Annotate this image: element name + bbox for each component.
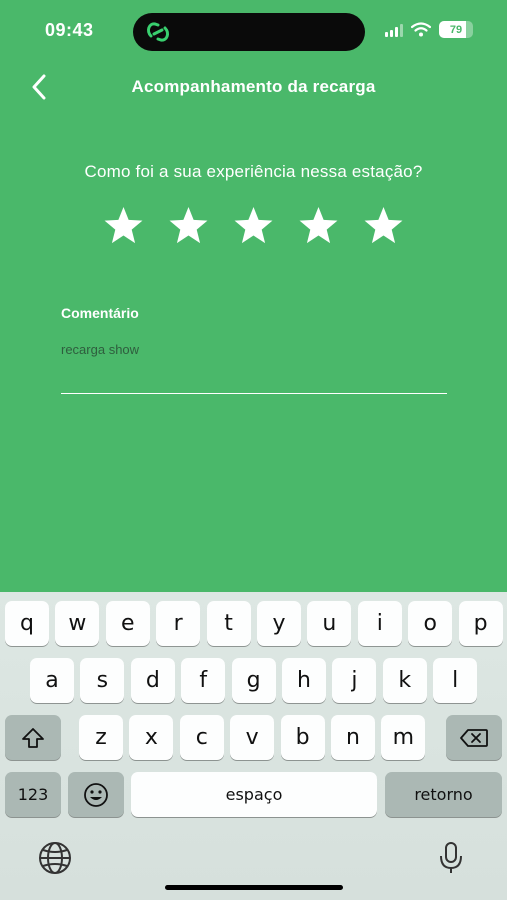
emoji-icon [84, 782, 108, 807]
shift-icon [22, 727, 44, 748]
home-indicator[interactable] [165, 885, 343, 890]
comment-label: Comentário [61, 305, 139, 321]
key-e[interactable]: e [105, 601, 150, 646]
key-o[interactable]: o [408, 601, 453, 646]
rating-question: Como foi a sua experiência nessa estação… [84, 162, 423, 181]
key-k[interactable]: k [382, 658, 427, 703]
dynamic-island [133, 13, 365, 51]
shift-key[interactable] [5, 715, 61, 760]
numbers-key[interactable]: 123 [5, 772, 61, 817]
key-v[interactable]: v [230, 715, 275, 760]
key-z[interactable]: z [79, 715, 123, 760]
star-icon[interactable] [103, 205, 144, 246]
header: Acompanhamento da recarga [0, 62, 507, 112]
key-t[interactable]: t [206, 601, 251, 646]
key-g[interactable]: g [231, 658, 276, 703]
backspace-icon [460, 728, 488, 747]
comment-input[interactable] [61, 340, 447, 394]
key-r[interactable]: r [156, 601, 201, 646]
key-u[interactable]: u [307, 601, 352, 646]
star-icon[interactable] [298, 205, 339, 246]
page-title: Acompanhamento da recarga [131, 77, 376, 96]
key-w[interactable]: w [55, 601, 100, 646]
key-d[interactable]: d [130, 658, 175, 703]
globe-key[interactable] [35, 838, 75, 878]
key-h[interactable]: h [282, 658, 326, 703]
key-m[interactable]: m [381, 715, 426, 760]
key-i[interactable]: i [357, 601, 402, 646]
keyboard: 123 espaço retorno qwertyuiop asdfghjkl zx… [0, 592, 507, 900]
key-y[interactable]: y [257, 601, 301, 646]
link-icon [146, 22, 170, 42]
emoji-key[interactable] [68, 772, 124, 817]
status-bar: 09:43 79 [0, 0, 507, 62]
key-n[interactable]: n [331, 715, 375, 760]
return-key[interactable]: retorno [385, 772, 502, 817]
key-j[interactable]: j [332, 658, 377, 703]
star-rating [0, 205, 507, 246]
key-c[interactable]: c [179, 715, 224, 760]
backspace-key[interactable] [446, 715, 502, 760]
key-p[interactable]: p [458, 601, 503, 646]
globe-icon [39, 842, 71, 874]
key-l[interactable]: l [433, 658, 478, 703]
wifi-icon [411, 22, 431, 37]
space-key[interactable]: espaço [131, 772, 377, 817]
key-b[interactable]: b [280, 715, 325, 760]
key-f[interactable]: f [181, 658, 226, 703]
battery-icon: 79 [439, 21, 473, 38]
microphone-key[interactable] [431, 838, 471, 878]
status-time: 09:43 [45, 20, 94, 40]
key-a[interactable]: a [30, 658, 74, 703]
key-x[interactable]: x [129, 715, 174, 760]
star-icon[interactable] [363, 205, 404, 246]
battery-level: 79 [449, 23, 463, 36]
star-icon[interactable] [168, 205, 209, 246]
star-icon[interactable] [233, 205, 274, 246]
key-s[interactable]: s [80, 658, 125, 703]
status-indicators: 79 [385, 21, 473, 38]
signal-icon [385, 23, 403, 37]
microphone-icon [440, 842, 462, 873]
key-q[interactable]: q [5, 601, 49, 646]
